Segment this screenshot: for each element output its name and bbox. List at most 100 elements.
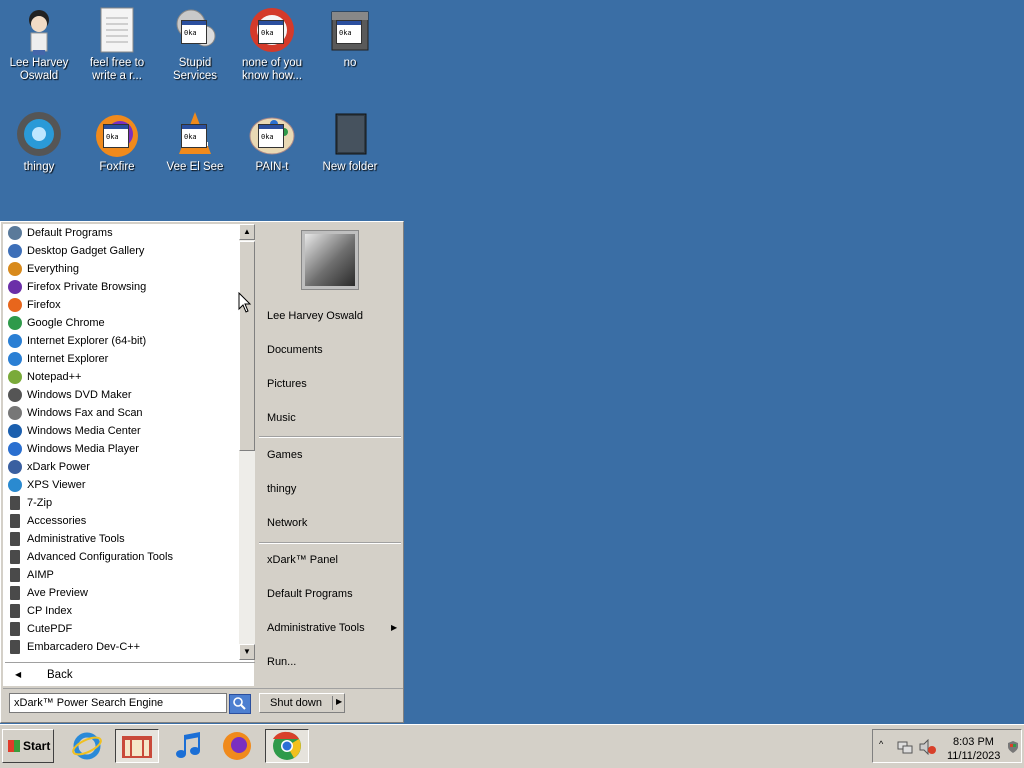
program-item[interactable]: Embarcadero Dev-C++ (3, 638, 237, 656)
program-label: CutePDF (27, 623, 73, 635)
taskbar-firefox[interactable] (220, 729, 254, 763)
menu-item-documents[interactable]: Documents (267, 344, 323, 356)
taskbar: Start ^ 8:03 PM 11/11/2023 (0, 724, 1024, 768)
program-list-scrollbar[interactable]: ▲ ▼ (239, 224, 255, 660)
show-hidden-icons-icon[interactable]: ^ (879, 739, 883, 749)
box-shortcut-icon (326, 6, 374, 54)
program-item[interactable]: Windows Fax and Scan (3, 404, 237, 422)
program-item[interactable]: Firefox Private Browsing (3, 278, 237, 296)
volume-muted-icon[interactable] (919, 739, 937, 755)
menu-item-user[interactable]: Lee Harvey Oswald (267, 310, 363, 322)
search-input[interactable] (9, 693, 227, 713)
start-label: Start (23, 739, 51, 753)
shutdown-button[interactable]: Shut down ▶ (259, 693, 345, 713)
menu-item-thingy[interactable]: thingy (267, 483, 296, 495)
desktop-icon-foxfire[interactable]: Foxfire (78, 110, 156, 174)
taskbar-google-chrome[interactable] (265, 729, 309, 763)
program-item[interactable]: Advanced Configuration Tools (3, 548, 237, 566)
program-label: Embarcadero Dev-C++ (27, 641, 141, 653)
executable-overlay-icon (181, 20, 207, 44)
menu-item-default-programs[interactable]: Default Programs (267, 588, 353, 600)
program-label: Ave Preview (27, 587, 88, 599)
folder-icon (10, 496, 20, 510)
back-arrow-icon: ◀ (15, 670, 22, 679)
program-item[interactable]: XPS Viewer (3, 476, 237, 494)
firefox-icon (223, 732, 251, 760)
program-item[interactable]: 7-Zip (3, 494, 237, 512)
search-button[interactable] (229, 694, 251, 714)
program-item[interactable]: CutePDF (3, 620, 237, 638)
shutdown-options-arrow-icon[interactable]: ▶ (336, 697, 342, 706)
menu-separator (259, 542, 401, 544)
program-label: Everything (27, 263, 79, 275)
menu-item-administrative-tools[interactable]: Administrative Tools (267, 622, 365, 634)
program-item[interactable]: Accessories (3, 512, 237, 530)
desktop-icon-stupid-services[interactable]: Stupid Services (156, 6, 234, 83)
program-label: Advanced Configuration Tools (27, 551, 173, 563)
program-item[interactable]: Default Programs (3, 224, 237, 242)
desktop-icon-lee-harvey-oswald[interactable]: Lee Harvey Oswald (0, 6, 78, 83)
program-item[interactable]: xDark Power (3, 458, 237, 476)
program-item[interactable]: Windows Media Center (3, 422, 237, 440)
program-item[interactable]: Firefox (3, 296, 237, 314)
start-button[interactable]: Start (2, 729, 54, 763)
user-avatar[interactable] (301, 230, 359, 290)
desktop-icon-pain-t[interactable]: PAIN-t (233, 110, 311, 174)
program-item[interactable]: CP Index (3, 602, 237, 620)
menu-item-network[interactable]: Network (267, 517, 307, 529)
user-photo (305, 234, 355, 286)
scroll-up-icon[interactable]: ▲ (239, 224, 255, 240)
menu-item-pictures[interactable]: Pictures (267, 378, 307, 390)
program-item[interactable]: Internet Explorer (64-bit) (3, 332, 237, 350)
menu-item-xdark-panel[interactable]: xDark™ Panel (267, 554, 338, 566)
start-menu-right-pane: Lee Harvey Oswald Documents Pictures Mus… (257, 222, 403, 686)
vlc-shortcut-icon (171, 110, 219, 158)
music-note-icon (176, 732, 200, 758)
folder-icon (10, 532, 20, 546)
clock-time[interactable]: 8:03 PM (953, 736, 994, 748)
desktop-icon-none-of-you[interactable]: none of you know how... (233, 6, 311, 83)
program-label: AIMP (27, 569, 54, 581)
menu-item-run[interactable]: Run... (267, 656, 296, 668)
desktop-icon-vee-el-see[interactable]: Vee El See (156, 110, 234, 174)
network-icon[interactable] (897, 740, 913, 754)
clock-date[interactable]: 11/11/2023 (947, 750, 1000, 762)
program-item[interactable]: Windows Media Player (3, 440, 237, 458)
magnifier-icon (233, 697, 246, 710)
program-item[interactable]: Windows DVD Maker (3, 386, 237, 404)
ie-icon (72, 732, 102, 760)
scroll-down-icon[interactable]: ▼ (239, 644, 255, 660)
security-shield-icon[interactable] (1007, 740, 1019, 754)
desktop-icon-feel-free[interactable]: feel free to write a r... (78, 6, 156, 83)
taskbar-internet-explorer[interactable] (70, 729, 104, 763)
firefox-icon (8, 298, 22, 312)
paint-palette-shortcut-icon (248, 110, 296, 158)
menu-item-games[interactable]: Games (267, 449, 302, 461)
folder-icon (10, 568, 20, 582)
program-item[interactable]: Ave Preview (3, 584, 237, 602)
program-label: 7-Zip (27, 497, 53, 509)
program-item[interactable]: AIMP (3, 566, 237, 584)
program-item[interactable]: Everything (3, 260, 237, 278)
menu-separator (259, 436, 401, 438)
desktop-icon-new-folder[interactable]: New folder (311, 110, 389, 174)
program-item[interactable]: Notepad++ (3, 368, 237, 386)
desktop-icon-thingy[interactable]: thingy (0, 110, 78, 174)
menu-item-music[interactable]: Music (267, 412, 296, 424)
program-label: Accessories (27, 515, 87, 527)
scrollbar-thumb[interactable] (239, 241, 255, 451)
desktop-icon-label: Lee Harvey Oswald (9, 57, 69, 82)
desktop-icon-label: Stupid Services (172, 57, 218, 82)
program-item[interactable]: Internet Explorer (3, 350, 237, 368)
program-label: Firefox (27, 299, 61, 311)
gears-shortcut-icon (171, 6, 219, 54)
program-item[interactable]: Desktop Gadget Gallery (3, 242, 237, 260)
back-button[interactable]: ◀ Back (5, 662, 255, 687)
taskbar-file-manager[interactable] (115, 729, 159, 763)
program-item[interactable]: Administrative Tools (3, 530, 237, 548)
desktop-icon-no[interactable]: no (311, 6, 389, 70)
taskbar-music-player[interactable] (170, 729, 204, 763)
program-label: Windows DVD Maker (27, 389, 132, 401)
xdark-icon (8, 460, 22, 474)
program-item[interactable]: Google Chrome (3, 314, 237, 332)
